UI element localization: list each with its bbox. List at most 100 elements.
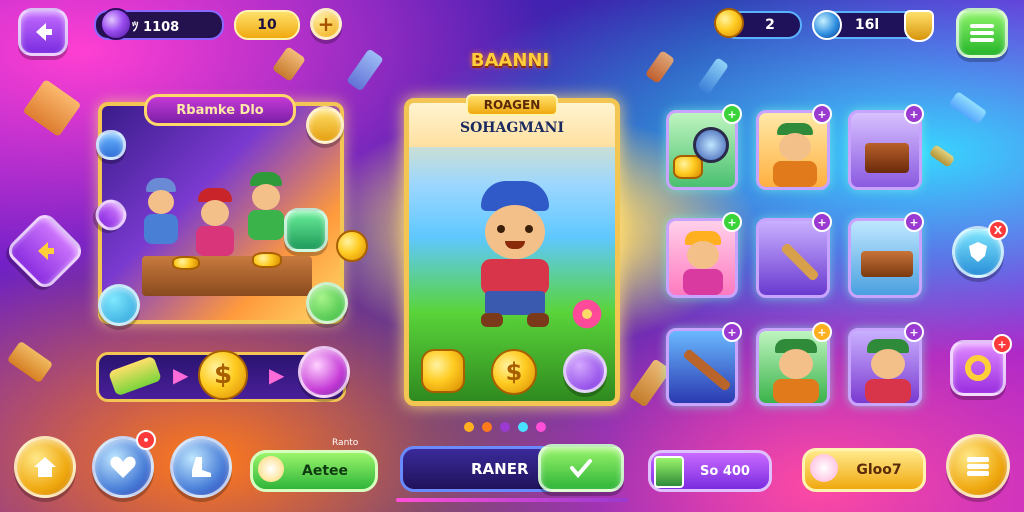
floating-gem	[696, 57, 730, 95]
panel-shield-button[interactable]	[98, 284, 140, 326]
card-badge: +	[904, 104, 924, 124]
hero-character	[467, 181, 563, 331]
card-badge: +	[722, 212, 742, 232]
coin-icon	[100, 8, 132, 40]
green-action-label: Aetee	[301, 463, 348, 479]
panel-list-button[interactable]	[284, 208, 328, 252]
floating-gem	[6, 340, 54, 384]
timer-icon	[714, 8, 744, 38]
left-panel-title-text: Rbamke Dlo	[176, 102, 264, 118]
character-2	[192, 188, 238, 258]
confirm-button[interactable]	[538, 444, 624, 492]
card-title-top: ROAGEN	[466, 94, 558, 116]
coin-stack	[172, 256, 200, 270]
score-value: 16l	[854, 17, 880, 33]
gear-icon	[965, 355, 991, 381]
card-title-bottom-text: SOHAGMANI	[459, 120, 565, 136]
arrow-left-icon	[38, 242, 54, 260]
heart-small-icon	[810, 454, 838, 482]
left-panel-title: Rbamke Dlo	[144, 94, 296, 126]
card-badge: +	[812, 212, 832, 232]
card-badge: +	[722, 322, 742, 342]
floating-gem	[22, 78, 82, 138]
list-button[interactable]	[946, 434, 1010, 498]
shield-badge-icon	[904, 10, 934, 42]
left-currency-value: ﾂ 1108	[132, 19, 180, 35]
card-badge: +	[812, 322, 832, 342]
list-icon	[967, 457, 989, 476]
arrow-left-icon	[36, 23, 52, 41]
pager-dot-active[interactable]	[518, 422, 528, 432]
boot-icon	[192, 457, 211, 477]
floating-gem	[928, 144, 956, 168]
back-button[interactable]	[18, 8, 68, 56]
brush-icon	[780, 242, 820, 282]
center-header: BAANNI	[450, 50, 570, 80]
card-title-bottom: SOHAGMANI	[414, 120, 610, 142]
card-pack-icon	[654, 456, 684, 488]
center-action-label: RANER	[471, 460, 529, 478]
coin-stack-icon	[421, 349, 465, 393]
face-icon	[871, 349, 905, 379]
heart-icon	[110, 456, 136, 478]
character-3	[244, 172, 288, 244]
purple-action-label: So 400	[700, 463, 750, 479]
card-badge: +	[904, 322, 924, 342]
face-icon	[779, 133, 811, 161]
card-title-top-text: ROAGEN	[483, 98, 541, 112]
coin-stack	[252, 252, 282, 268]
plus-icon: +	[317, 12, 335, 36]
card-coin-icon: $	[491, 349, 537, 395]
step-arrow-icon: ▶	[269, 363, 285, 387]
body-icon	[683, 269, 723, 295]
gear-badge: +	[992, 334, 1012, 354]
shield-icon	[969, 242, 987, 262]
floating-gem	[644, 50, 676, 84]
face-icon	[687, 241, 719, 269]
compass-icon	[693, 127, 729, 163]
character-1	[140, 178, 182, 248]
gold-action-label: Gloo7	[856, 462, 902, 478]
shop-counter	[142, 256, 312, 296]
chest-icon	[865, 143, 909, 173]
panel-fav-button[interactable]	[306, 106, 344, 144]
boot-small-icon	[258, 456, 284, 482]
gold-bar: 10	[234, 10, 300, 40]
home-icon	[34, 457, 56, 477]
card-badge: +	[904, 212, 924, 232]
add-gold-button[interactable]: +	[310, 8, 342, 40]
body-icon	[865, 379, 911, 403]
floating-gem	[628, 358, 672, 408]
gold-value: 10	[257, 17, 277, 33]
pager-dot[interactable]	[482, 422, 492, 432]
floating-gem	[346, 48, 384, 92]
pager-dots	[464, 422, 564, 434]
boot-button[interactable]	[170, 436, 232, 498]
progress-reward-button[interactable]	[298, 346, 350, 398]
sword-icon	[682, 348, 732, 392]
card-item-button[interactable]	[563, 349, 607, 393]
checkmark-icon	[570, 459, 592, 479]
face-icon	[779, 349, 813, 379]
hamburger-icon	[970, 24, 994, 42]
home-button[interactable]	[14, 436, 76, 498]
progress-start-icon	[108, 355, 162, 397]
globe-icon	[812, 10, 842, 40]
body-icon	[773, 161, 817, 187]
panel-side-icon-1[interactable]	[96, 130, 126, 160]
pager-dot[interactable]	[464, 422, 474, 432]
character-card[interactable]: $	[404, 98, 620, 406]
panel-gift-button[interactable]	[306, 282, 348, 324]
right-top-badge: X	[988, 220, 1008, 240]
card-badge: +	[812, 104, 832, 124]
small-label: Ranto	[332, 438, 359, 448]
card-badge: +	[722, 104, 742, 124]
menu-button[interactable]	[956, 8, 1008, 58]
previous-page-button[interactable]	[3, 209, 87, 293]
pager-dot[interactable]	[500, 422, 510, 432]
progress-coin-icon: $	[198, 350, 248, 400]
floating-coin	[336, 230, 368, 262]
crate-icon	[861, 251, 913, 277]
pager-dot[interactable]	[536, 422, 546, 432]
body-icon	[773, 379, 819, 403]
